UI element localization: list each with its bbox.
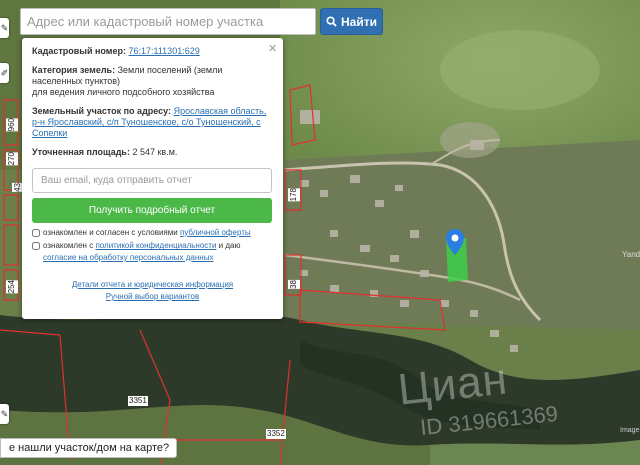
- cadastral-number-link[interactable]: 76:17:111301:629: [128, 46, 199, 56]
- parcel-label-3351: 3351: [128, 396, 148, 406]
- ruler-icon: ✎: [0, 22, 9, 33]
- privacy-consent-row: ознакомлен с политикой конфиденциальност…: [32, 240, 273, 263]
- manual-selection-link[interactable]: Ручной выбор вариантов: [106, 292, 199, 301]
- not-found-prompt[interactable]: е нашли участок/дом на карте?: [0, 438, 178, 458]
- parcel-label-178: 178: [288, 188, 300, 202]
- address-row: Земельный участок по адресу: Ярославская…: [32, 106, 273, 139]
- data-processing-link[interactable]: согласие на обработку персональных данны…: [43, 253, 213, 262]
- search-input[interactable]: [20, 8, 316, 35]
- search-button-label: Найти: [341, 14, 377, 29]
- report-details-link[interactable]: Детали отчета и юридическая информация: [72, 280, 233, 289]
- close-icon[interactable]: ×: [268, 41, 277, 56]
- email-input[interactable]: [32, 167, 272, 193]
- parcel-label-270: 270: [6, 152, 18, 166]
- privacy-policy-link[interactable]: политикой конфиденциальности: [95, 241, 216, 250]
- privacy-text-2: и даю: [218, 241, 241, 251]
- parcel-label-3352: 3352: [266, 429, 286, 439]
- map-tool-button-2[interactable]: ✐: [0, 63, 9, 83]
- yandex-attribution: Yand: [622, 250, 640, 259]
- search-icon: [326, 16, 337, 27]
- parcel-label-38: 38: [288, 280, 300, 289]
- search-button[interactable]: Найти: [320, 8, 383, 35]
- map-tool-button-3[interactable]: ✎: [0, 404, 9, 424]
- category-label: Категория земель:: [32, 64, 116, 75]
- parcel-label-254: 254: [6, 280, 18, 294]
- parcel-info-popup: × Кадастровый номер: 76:17:111301:629 Ка…: [22, 38, 283, 319]
- address-label: Земельный участок по адресу:: [32, 105, 172, 116]
- imagery-attribution: Image: [620, 427, 640, 434]
- area-row: Уточненная площадь: 2 547 кв.м.: [32, 147, 273, 158]
- popup-footer-links: Детали отчета и юридическая информация Р…: [32, 279, 273, 304]
- offer-checkbox[interactable]: [32, 228, 40, 237]
- offer-consent-row: ознакомлен и согласен с условиями публич…: [32, 227, 273, 239]
- privacy-text-1: ознакомлен с: [43, 241, 94, 251]
- map-tool-button-1[interactable]: ✎: [0, 18, 9, 38]
- edit-icon: ✎: [0, 408, 9, 419]
- offer-consent-text: ознакомлен и согласен с условиями: [43, 227, 178, 237]
- get-report-button[interactable]: Получить подробный отчет: [32, 197, 272, 223]
- privacy-checkbox[interactable]: [32, 242, 40, 251]
- cadastral-row: Кадастровый номер: 76:17:111301:629: [32, 46, 273, 57]
- area-label: Уточненная площадь:: [32, 146, 130, 157]
- public-offer-link[interactable]: публичной оферты: [180, 228, 251, 237]
- location-pin-icon[interactable]: [446, 229, 464, 255]
- parcel-label-960: 960: [6, 118, 18, 132]
- area-value: 2 547 кв.м.: [132, 146, 178, 157]
- draw-icon: ✐: [0, 67, 9, 78]
- cadastral-label: Кадастровый номер:: [32, 46, 126, 56]
- category-row: Категория земель: Земли поселений (земли…: [32, 65, 273, 98]
- category-use: для ведения личного подсобного хозяйства: [32, 86, 215, 97]
